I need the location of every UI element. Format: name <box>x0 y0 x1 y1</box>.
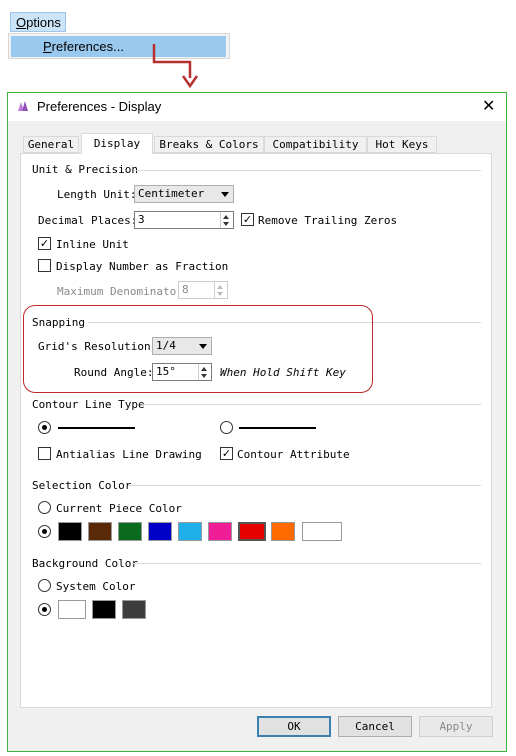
display-fraction-checkbox[interactable] <box>38 259 51 272</box>
selection-color-swatch[interactable] <box>208 522 232 541</box>
tab-compatibility[interactable]: Compatibility <box>264 136 367 153</box>
max-denominator-value: 8 <box>182 283 189 296</box>
cancel-button[interactable]: Cancel <box>338 716 412 737</box>
snapping-highlight-outline <box>23 305 373 393</box>
background-color-swatch[interactable] <box>92 600 116 619</box>
contour-line-type-2-radio[interactable] <box>220 421 233 434</box>
tab-hot-keys[interactable]: Hot Keys <box>367 136 437 153</box>
current-piece-color-label: Current Piece Color <box>56 502 182 515</box>
inline-unit-checkbox[interactable]: ✓ <box>38 237 51 250</box>
background-color-swatch[interactable] <box>122 600 146 619</box>
antialias-label: Antialias Line Drawing <box>56 448 202 461</box>
selection-color-swatch[interactable] <box>58 522 82 541</box>
pointer-arrow-icon <box>152 44 199 89</box>
length-unit-label: Length Unit: <box>57 188 137 201</box>
section-divider <box>135 170 481 171</box>
preferences-mnemonic: P <box>43 39 52 54</box>
options-menu-label: ptions <box>26 15 61 30</box>
unit-precision-heading: Unit & Precision <box>32 163 138 176</box>
length-unit-select[interactable]: Centimeter <box>134 185 234 203</box>
selection-color-swatch[interactable] <box>118 522 142 541</box>
apply-button[interactable]: Apply <box>419 716 493 737</box>
contour-attribute-label: Contour Attribute <box>237 448 350 461</box>
selection-color-heading: Selection Color <box>32 479 132 492</box>
dialog-title: Preferences - Display <box>37 99 162 114</box>
system-color-radio[interactable] <box>38 579 51 592</box>
spinner-arrows-icon[interactable] <box>220 212 233 228</box>
decimal-places-value: 3 <box>138 213 145 226</box>
display-tab-panel <box>20 153 492 708</box>
tab-general[interactable]: General <box>23 136 79 153</box>
preferences-label: references... <box>51 39 124 54</box>
contour-heading: Contour Line Type <box>32 398 145 411</box>
remove-trailing-zeros-checkbox[interactable]: ✓ <box>241 213 254 226</box>
decimal-places-label: Decimal Places: <box>38 214 138 227</box>
background-color-heading: Background Color <box>32 557 138 570</box>
section-divider <box>142 404 481 405</box>
tab-display[interactable]: Display <box>81 133 153 154</box>
inline-unit-label: Inline Unit <box>56 238 129 251</box>
length-unit-value: Centimeter <box>138 187 205 200</box>
antialias-checkbox[interactable] <box>38 447 51 460</box>
close-icon[interactable]: ✕ <box>482 97 495 115</box>
ok-button[interactable]: OK <box>257 716 331 737</box>
chevron-down-icon <box>221 192 229 197</box>
options-menu-mnemonic: O <box>16 15 27 30</box>
contour-line-type-1-radio[interactable] <box>38 421 51 434</box>
selection-color-swatch[interactable] <box>148 522 172 541</box>
spinner-arrows-icon <box>214 282 227 298</box>
decimal-places-stepper[interactable]: 3 <box>134 211 234 229</box>
contour-attribute-checkbox[interactable]: ✓ <box>220 447 233 460</box>
background-color-swatch[interactable] <box>58 600 86 619</box>
max-denominator-label: Maximum Denominator <box>57 285 183 298</box>
display-fraction-label: Display Number as Fraction <box>56 260 229 273</box>
background-palette-radio[interactable] <box>38 603 51 616</box>
selection-color-swatch[interactable] <box>238 522 266 541</box>
selection-color-swatch[interactable] <box>88 522 112 541</box>
remove-trailing-zeros-label: Remove Trailing Zeros <box>258 214 398 227</box>
selection-color-swatch[interactable] <box>178 522 202 541</box>
solid-line-preview <box>58 427 135 429</box>
section-divider <box>132 563 481 564</box>
selection-color-swatch[interactable] <box>271 522 295 541</box>
selection-color-swatch[interactable] <box>302 522 342 541</box>
current-piece-color-radio[interactable] <box>38 501 51 514</box>
system-color-label: System Color <box>56 580 136 593</box>
solid-line-preview <box>239 427 316 429</box>
selection-palette-radio[interactable] <box>38 525 51 538</box>
max-denominator-stepper: 8 <box>178 281 228 299</box>
section-divider <box>128 485 481 486</box>
app-icon <box>18 101 28 111</box>
tab-breaks-colors[interactable]: Breaks & Colors <box>154 136 264 153</box>
options-menu[interactable]: Options <box>10 12 66 32</box>
